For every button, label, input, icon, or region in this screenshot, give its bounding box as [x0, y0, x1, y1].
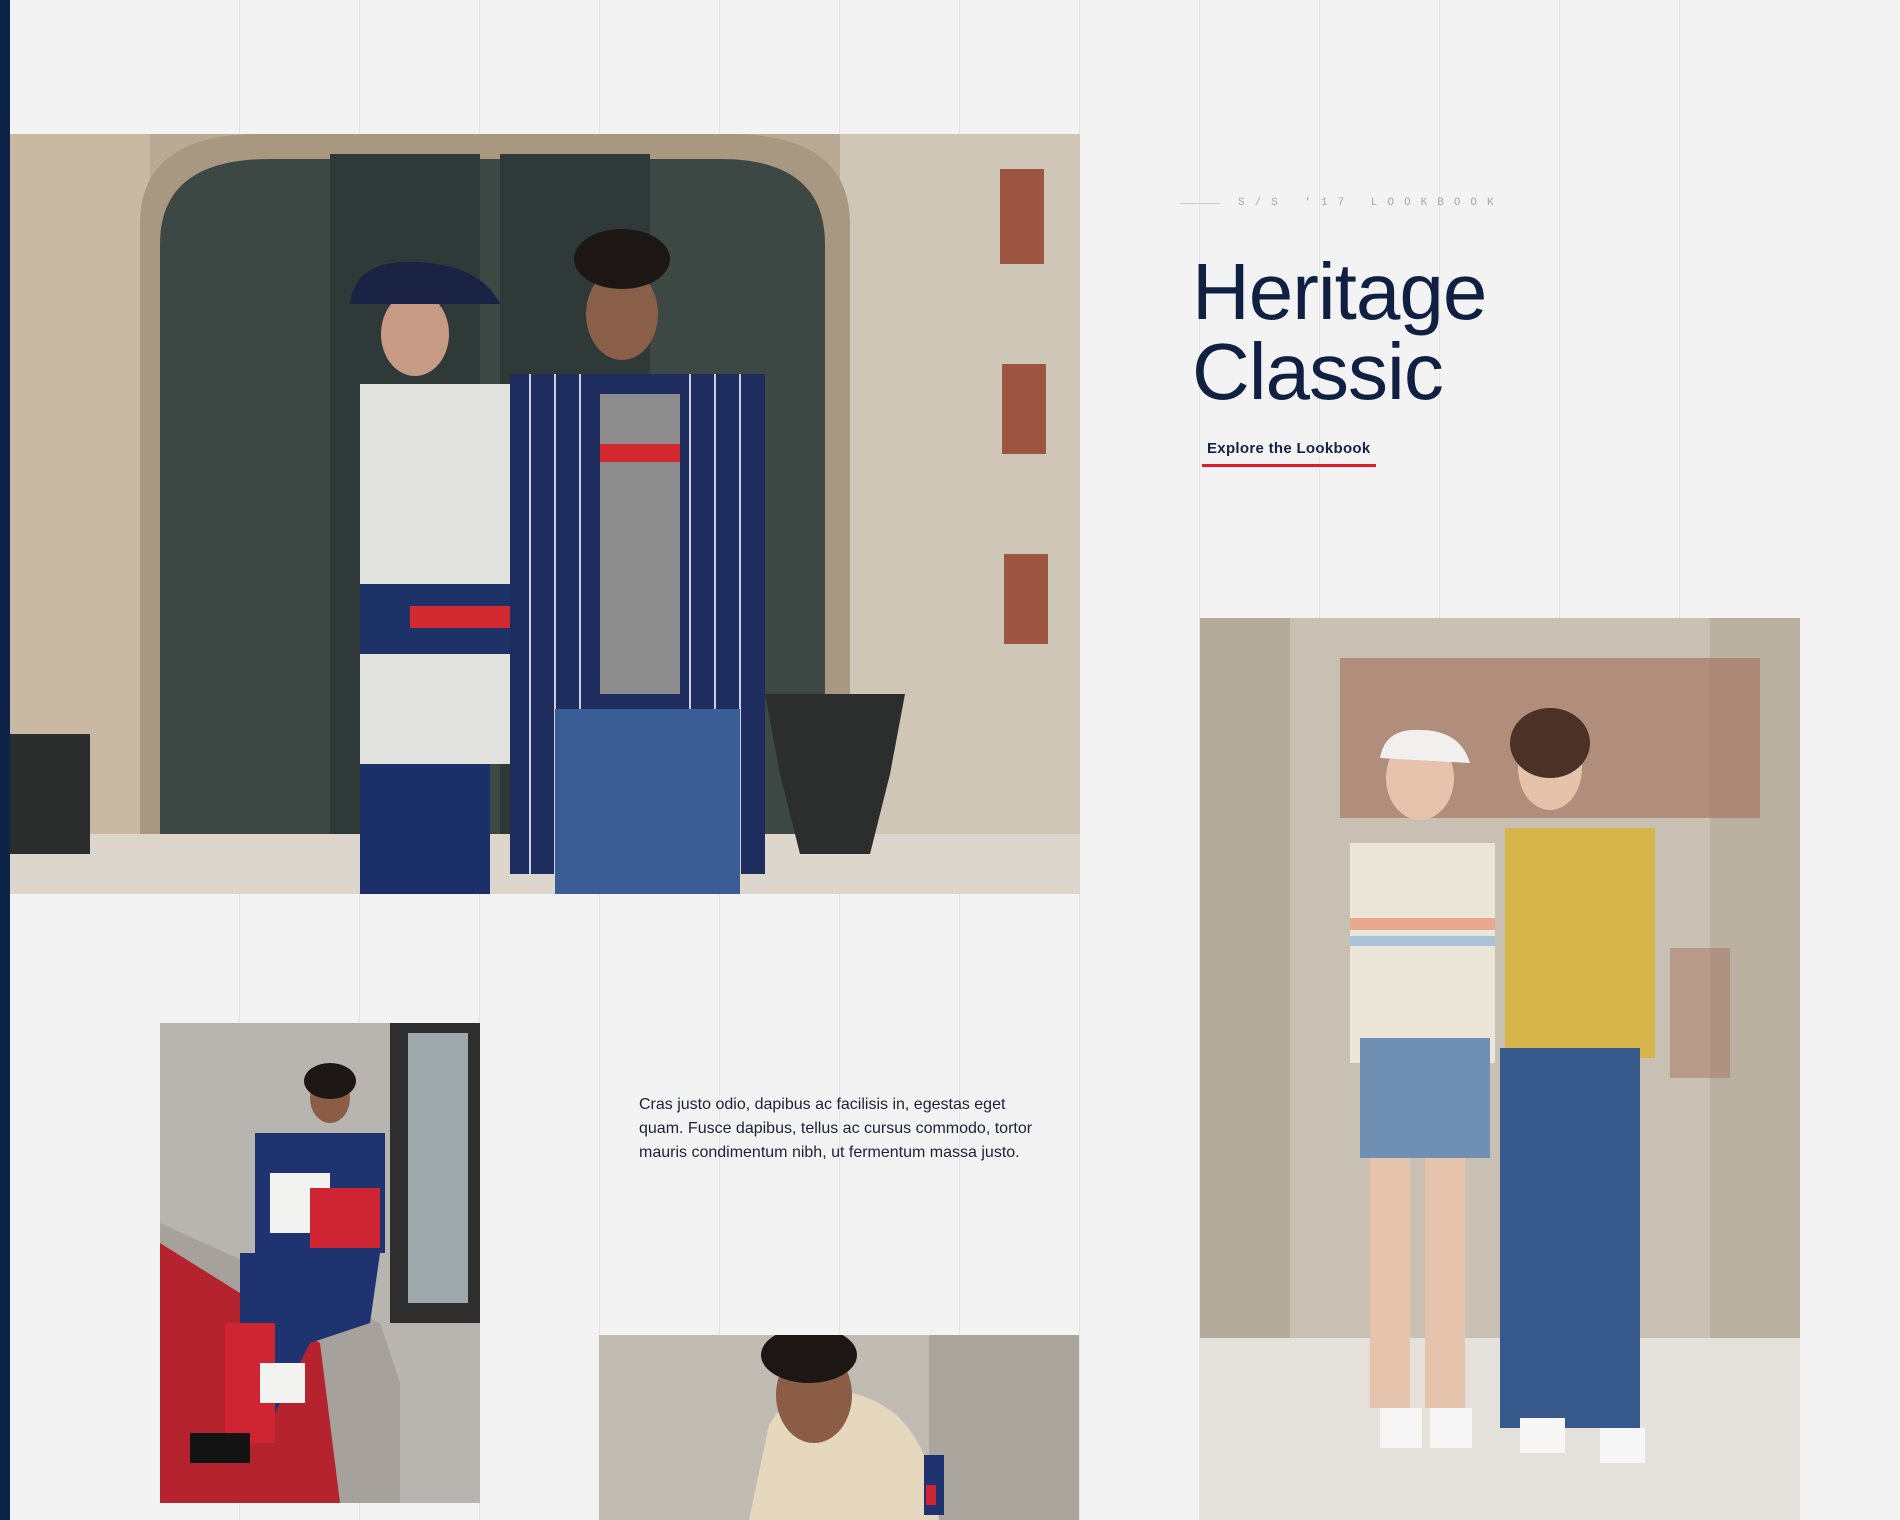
eyebrow-label: S/S '17 LOOKBOOK	[1238, 197, 1504, 209]
lookbook-body-text: Cras justo odio, dapibus ac facilisis in…	[639, 1096, 1033, 1161]
eyebrow-rule	[1180, 202, 1220, 204]
left-edge-bar	[0, 0, 10, 1520]
lookbook-photo-jacket[interactable]	[599, 1335, 1079, 1520]
title-line-1: Heritage	[1192, 247, 1487, 336]
lookbook-photo-stairs[interactable]	[160, 1023, 480, 1503]
title-line-2: Classic	[1192, 327, 1444, 416]
lookbook-photo-main[interactable]	[10, 134, 1080, 894]
explore-lookbook-link[interactable]: Explore the Lookbook	[1202, 440, 1376, 467]
lookbook-eyebrow: S/S '17 LOOKBOOK	[1180, 194, 1504, 212]
lookbook-photo-women[interactable]	[1200, 618, 1800, 1520]
page-title: Heritage Classic	[1192, 247, 1487, 416]
